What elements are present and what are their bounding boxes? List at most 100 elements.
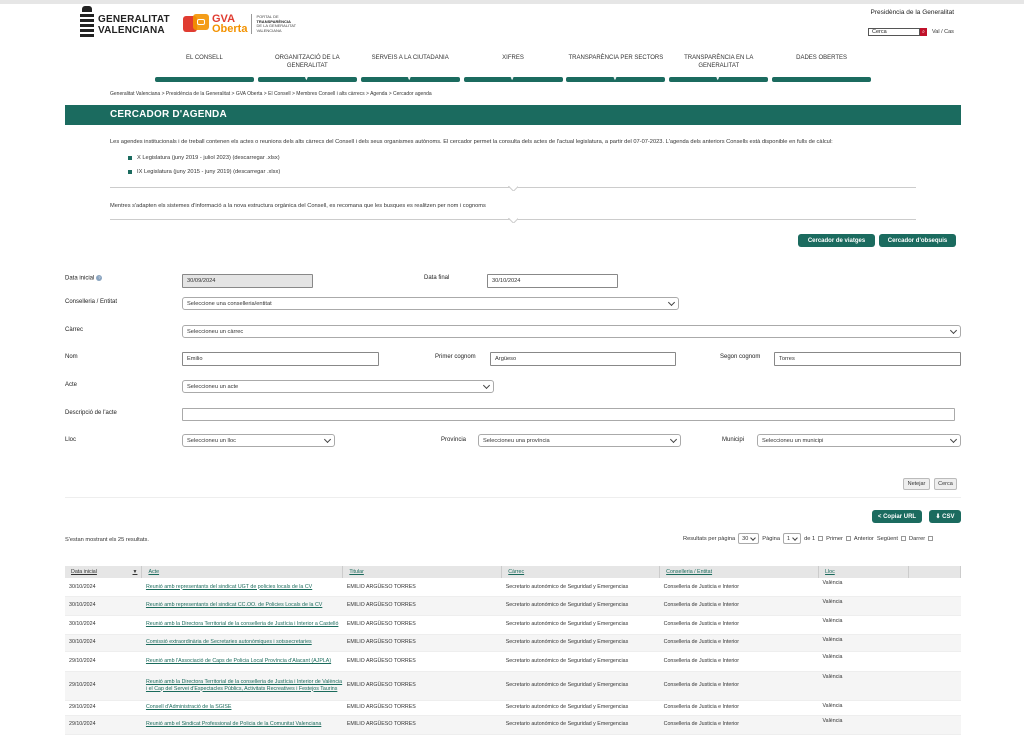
- nav-item-el-consell[interactable]: EL CONSELL: [155, 54, 254, 84]
- csv-button[interactable]: ⬇ CSV: [929, 510, 961, 523]
- lloc-label: Lloc: [65, 437, 77, 443]
- chevron-down-icon: [949, 435, 958, 444]
- page-select[interactable]: 1: [783, 533, 802, 544]
- download-xlsx-link[interactable]: descarregar .xlsx: [234, 155, 277, 161]
- gv-logo-line1: GENERALITAT: [98, 14, 170, 25]
- chevron-down-icon: ▼: [612, 76, 618, 82]
- chevron-down-icon: [667, 298, 676, 307]
- legislature-list: X Legislatura (juny 2019 - juliol 2023) …: [128, 155, 280, 183]
- col-header-titular[interactable]: Titular: [342, 566, 503, 578]
- acte-link[interactable]: Reunió amb la Directora Territorial de l…: [146, 621, 338, 627]
- search-button[interactable]: ⌕: [920, 28, 927, 36]
- list-item: X Legislatura (juny 2019 - juliol 2023) …: [128, 155, 280, 169]
- site-search-input[interactable]: [868, 28, 920, 36]
- acte-link[interactable]: Reunió amb el Sindicat Professional de P…: [146, 721, 321, 727]
- last-page-checkbox[interactable]: [928, 536, 934, 541]
- download-xlsx-link[interactable]: descarregar .xlsx: [235, 169, 278, 175]
- data-final-input[interactable]: 30/10/2024: [487, 274, 618, 288]
- chevron-down-icon: ▼: [715, 76, 721, 82]
- per-page-select[interactable]: 30: [738, 533, 760, 544]
- descripcio-label: Descripció de l'acte: [65, 410, 117, 416]
- page-label: Pàgina: [762, 535, 781, 542]
- generalitat-logo[interactable]: GENERALITAT VALENCIANA: [80, 6, 170, 40]
- nav-item-organitzacio[interactable]: ORGANITZACIÓ DE LA GENERALITAT ▼: [257, 54, 357, 84]
- acte-link[interactable]: Reunió amb representants del sindicat UG…: [146, 584, 312, 590]
- data-inicial-label: Data inicial?: [65, 275, 103, 282]
- table-row: 29/10/2024 Reunió amb el Sindicat Profes…: [65, 715, 961, 735]
- data-final-label: Data final: [424, 275, 450, 281]
- descripcio-input[interactable]: [182, 408, 955, 421]
- generalitat-emblem-icon: [80, 6, 94, 40]
- first-page-label[interactable]: Primer: [826, 536, 843, 542]
- col-header-acte[interactable]: Acte: [141, 566, 344, 578]
- prev-page-label[interactable]: Anterior: [854, 536, 874, 542]
- provincia-select[interactable]: Seleccioneu una província: [478, 434, 681, 447]
- chevron-down-icon: [750, 534, 757, 541]
- last-page-label[interactable]: Darrer: [909, 536, 925, 542]
- info-icon[interactable]: ?: [96, 275, 103, 281]
- primer-cognom-label: Primer cognom: [435, 354, 476, 360]
- primer-cognom-input[interactable]: Argüeso: [490, 352, 676, 366]
- next-page-label[interactable]: Següent: [877, 536, 898, 542]
- first-page-checkbox[interactable]: [818, 536, 824, 541]
- cercador-obsequis-button[interactable]: Cercador d'obsequis: [879, 234, 956, 247]
- cercador-viatges-button[interactable]: Cercador de viatges: [798, 234, 875, 247]
- netejar-button[interactable]: Netejar: [903, 478, 930, 490]
- municipi-label: Municipi: [722, 437, 745, 443]
- acte-link[interactable]: Comissió extraordinària de Secretaries a…: [146, 639, 312, 645]
- municipi-select[interactable]: Seleccioneu un municipi: [757, 434, 961, 447]
- col-header-carrec[interactable]: Càrrec: [501, 566, 661, 578]
- col-header-conselleria[interactable]: Conselleria / Entitat: [659, 566, 820, 578]
- col-header-data-inicial[interactable]: Data inicial ▼: [65, 566, 143, 578]
- notice-text: Mentres s'adapten els sistemes d'informa…: [110, 203, 486, 209]
- table-row: 29/10/2024 Consell d'Administració de la…: [65, 700, 961, 716]
- nav-item-transparencia-sectors[interactable]: TRANSPARÈNCIA PER SECTORS ▼: [566, 54, 666, 84]
- table-row: 30/10/2024 Reunió amb representants del …: [65, 578, 961, 597]
- segon-cognom-input[interactable]: Torres: [774, 352, 961, 366]
- carrec-select[interactable]: Seleccioneu un càrrec: [182, 325, 961, 338]
- prev-page-checkbox[interactable]: [845, 536, 851, 541]
- nav-item-dades-obertes[interactable]: DADES OBERTES: [772, 54, 872, 84]
- nav-item-xifres[interactable]: XIFRES ▼: [463, 54, 563, 84]
- cerca-button[interactable]: Cerca: [934, 478, 957, 490]
- logo-separator: [251, 14, 253, 34]
- nav-item-serveis[interactable]: SERVEIS A LA CIUTADANIA ▼: [360, 54, 460, 84]
- gv-logo-line2: VALENCIANA: [98, 25, 165, 36]
- chevron-down-icon: [482, 381, 491, 390]
- data-inicial-input[interactable]: 30/09/2024: [182, 274, 313, 288]
- search-icon: ⌕: [922, 29, 925, 35]
- table-row: 30/10/2024 Comissió extraordinària de Se…: [65, 634, 961, 652]
- lloc-select[interactable]: Seleccioneu un lloc: [182, 434, 335, 447]
- col-header-lloc[interactable]: Lloc: [818, 566, 909, 578]
- copiar-url-button[interactable]: < Copiar URL: [872, 510, 922, 523]
- provincia-label: Província: [441, 437, 467, 443]
- breadcrumb[interactable]: Generalitat Valenciana > Presidència de …: [110, 91, 432, 97]
- sort-down-icon: ▼: [132, 569, 138, 575]
- language-switch[interactable]: Val / Cas: [932, 29, 954, 35]
- intro-text: Les agendes institucionals i de treball …: [110, 139, 833, 145]
- next-page-checkbox[interactable]: [901, 536, 907, 541]
- conselleria-select[interactable]: Seleccione una conselleria/entitat: [182, 297, 679, 310]
- acte-link[interactable]: Reunió amb representants del sindicat CC…: [146, 602, 322, 608]
- gva-oberta-logo[interactable]: GVA Oberta PORTAL DE TRANSPARÈNCIA DE LA…: [183, 14, 304, 35]
- divider: [110, 187, 916, 188]
- results-table: Data inicial ▼ Acte Titular Càrrec Consel…: [65, 566, 962, 735]
- table-row: 30/10/2024 Reunió amb la Directora Terri…: [65, 615, 961, 635]
- divider: [65, 497, 961, 498]
- acte-link[interactable]: Reunió amb la Directora Territorial de l…: [146, 679, 342, 692]
- gva-oberta-mark-icon: [183, 14, 209, 34]
- nom-input[interactable]: Emilio: [182, 352, 379, 366]
- chevron-down-icon: [669, 435, 678, 444]
- download-icon: ⬇: [935, 514, 941, 520]
- nav-item-transparencia-generalitat[interactable]: TRANSPARÈNCIA EN LA GENERALITAT ▼: [669, 54, 769, 84]
- page-of: de 1: [804, 535, 816, 542]
- results-count: S'estan mostrant els 25 resultats.: [65, 537, 149, 543]
- presidencia-link[interactable]: Presidència de la Generalitat: [871, 9, 954, 16]
- acte-link[interactable]: Reunió amb l'Associació de Caps de Polic…: [146, 658, 331, 664]
- acte-link[interactable]: Consell d'Administració de la SGISE: [146, 704, 232, 710]
- main-nav: EL CONSELL ORGANITZACIÓ DE LA GENERALITA…: [155, 54, 872, 84]
- top-strip: [0, 0, 1024, 4]
- chevron-down-icon: ▼: [509, 76, 515, 82]
- table-row: 29/10/2024 Reunió amb la Directora Terri…: [65, 671, 961, 701]
- acte-select[interactable]: Seleccioneu un acte: [182, 380, 494, 393]
